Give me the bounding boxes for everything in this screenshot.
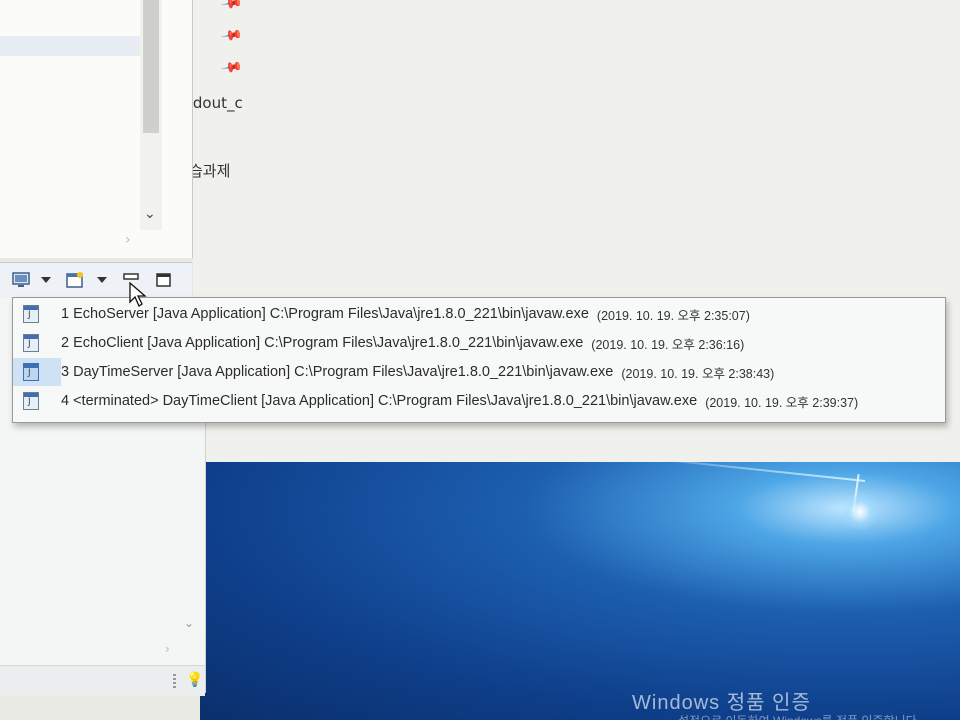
launch-item-timestamp: (2019. 10. 19. 오후 2:38:43) xyxy=(621,366,775,381)
launch-history-menu: 1 EchoServer [Java Application] C:\Progr… xyxy=(12,297,946,423)
pin-icon: 📌 xyxy=(219,0,244,16)
chevron-down-icon[interactable] xyxy=(41,277,51,283)
launch-item-timestamp: (2019. 10. 19. 오후 2:36:16) xyxy=(591,337,745,352)
java-app-icon xyxy=(23,334,39,352)
launch-history-item[interactable]: 3 DayTimeServer [Java Application] C:\Pr… xyxy=(13,358,943,386)
package-explorer-panel: ⌄ › xyxy=(0,0,193,258)
launch-item-label: 1 EchoServer [Java Application] C:\Progr… xyxy=(61,306,589,322)
launch-item-timestamp: (2019. 10. 19. 오후 2:35:07) xyxy=(596,308,750,323)
status-bar: 💡 xyxy=(0,665,205,696)
launch-history-item[interactable]: 4 <terminated> DayTimeClient [Java Appli… xyxy=(13,387,943,415)
java-app-icon xyxy=(23,392,39,410)
lightbulb-icon[interactable]: 💡 xyxy=(186,672,203,688)
scroll-down-icon[interactable]: ⌄ xyxy=(184,616,194,630)
scroll-down-icon[interactable]: ⌄ xyxy=(144,206,156,222)
mouse-cursor-icon xyxy=(129,282,147,307)
light-beam xyxy=(596,462,866,482)
display-console-icon[interactable] xyxy=(12,271,30,289)
launch-item-label: 2 EchoClient [Java Application] C:\Progr… xyxy=(61,335,584,351)
selected-tree-row[interactable] xyxy=(0,36,140,56)
desktop-wallpaper: Windows 정품 인증 설정으로 이동하여 Windows를 정품 인증합니… xyxy=(200,462,960,720)
java-app-icon xyxy=(23,305,39,323)
scroll-right-icon[interactable]: › xyxy=(165,642,170,656)
windows-activation-title: Windows 정품 인증 xyxy=(632,692,811,714)
chevron-down-icon[interactable] xyxy=(97,277,107,283)
pin-icon: 📌 xyxy=(219,56,244,80)
launch-item-label: 4 <terminated> DayTimeClient [Java Appli… xyxy=(61,393,698,409)
launch-item-label: 3 DayTimeServer [Java Application] C:\Pr… xyxy=(61,364,614,380)
scrollbar-thumb[interactable] xyxy=(143,0,159,133)
scroll-right-icon[interactable]: › xyxy=(125,232,131,248)
windows-activation-subtitle: 설정으로 이동하여 Windows를 정품 인증합니다. xyxy=(678,712,920,720)
open-console-icon[interactable] xyxy=(66,271,84,289)
launch-item-timestamp: (2019. 10. 19. 오후 2:39:37) xyxy=(705,395,859,410)
pin-icon: 📌 xyxy=(219,24,244,48)
console-toolbar xyxy=(0,262,192,299)
editor-text-line: tdout_c xyxy=(187,94,243,112)
editor-text-line: 습과제 xyxy=(189,162,231,180)
maximize-icon[interactable] xyxy=(155,271,173,289)
launch-history-item[interactable]: 2 EchoClient [Java Application] C:\Progr… xyxy=(13,329,943,357)
light-glow xyxy=(840,492,880,532)
launch-history-item[interactable]: 1 EchoServer [Java Application] C:\Progr… xyxy=(13,300,943,328)
resize-grip[interactable] xyxy=(173,674,176,688)
java-app-icon xyxy=(23,363,39,381)
